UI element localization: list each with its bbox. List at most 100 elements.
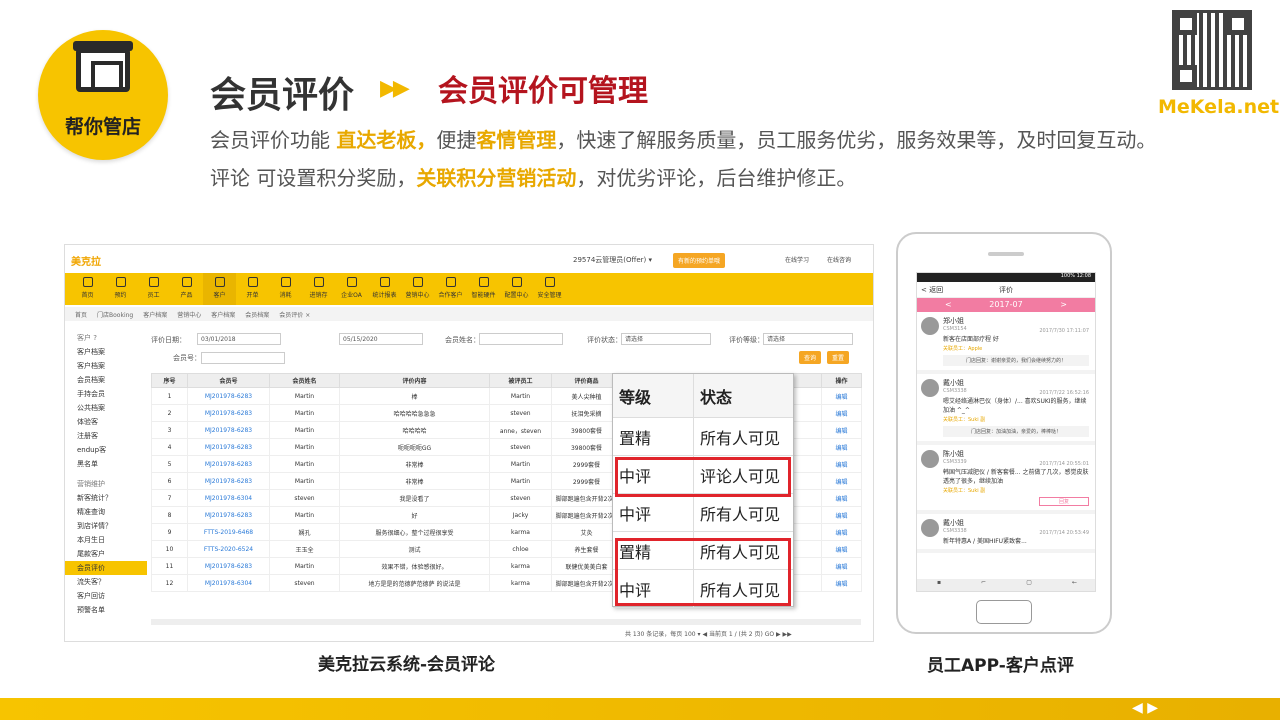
- sidebar-item[interactable]: 公共档案: [65, 401, 147, 415]
- online-consult-link[interactable]: 在线咨询: [827, 255, 851, 264]
- table-header: 操作: [821, 373, 862, 388]
- online-study-link[interactable]: 在线学习: [785, 255, 809, 264]
- breadcrumb-item[interactable]: 客户档案: [211, 310, 235, 319]
- table-cell: 9: [151, 523, 188, 541]
- sidebar-item[interactable]: 流失客？: [65, 575, 147, 589]
- nav-item[interactable]: 客户: [203, 273, 236, 305]
- sidebar-item[interactable]: 到店详情？: [65, 519, 147, 533]
- nav-item[interactable]: 开单: [236, 273, 269, 305]
- sidebar-item[interactable]: 体验客: [65, 415, 147, 429]
- table-cell[interactable]: MJ201978-6283: [187, 387, 270, 405]
- nav-key[interactable]: ⌐: [981, 579, 986, 591]
- nav-key[interactable]: ←: [1072, 579, 1077, 591]
- table-cell: 棒: [339, 387, 490, 405]
- table-cell: 测试: [339, 540, 490, 558]
- table-cell[interactable]: FTTS-2020-6524: [187, 540, 270, 558]
- sidebar-item[interactable]: 尾款客户: [65, 547, 147, 561]
- sidebar-item[interactable]: 客户档案: [65, 345, 147, 359]
- reply-button[interactable]: 回复: [1039, 497, 1089, 506]
- edit-link[interactable]: 编辑: [821, 455, 862, 473]
- date-from-input[interactable]: 03/01/2018: [197, 333, 281, 345]
- back-button[interactable]: < 返回: [921, 282, 943, 298]
- nav-item[interactable]: 进销存: [302, 273, 335, 305]
- sidebar-item[interactable]: 手持会员: [65, 387, 147, 401]
- sidebar-item[interactable]: 客户档案: [65, 359, 147, 373]
- nav-key[interactable]: ▪: [937, 579, 941, 591]
- next-month-button[interactable]: >: [1060, 298, 1067, 312]
- sidebar-item[interactable]: endup客: [65, 443, 147, 457]
- level-select[interactable]: 请选择: [763, 333, 853, 345]
- nav-icon: [478, 277, 489, 287]
- table-cell[interactable]: FTTS-2019-6468: [187, 523, 270, 541]
- new-order-button[interactable]: 有新的预约单哦: [673, 253, 726, 268]
- edit-link[interactable]: 编辑: [821, 472, 862, 490]
- table-cell[interactable]: MJ201978-6283: [187, 404, 270, 422]
- sidebar-item[interactable]: 客户回访: [65, 589, 147, 603]
- nav-icon: [511, 277, 522, 287]
- breadcrumb-item[interactable]: 营销中心: [177, 310, 201, 319]
- table-cell[interactable]: MJ201978-6283: [187, 455, 270, 473]
- nav-item[interactable]: 合作客户: [434, 273, 467, 305]
- table-cell[interactable]: MJ201978-6283: [187, 557, 270, 575]
- description-line-2: 评论 可设置积分奖励，关联积分营销活动，对优劣评论，后台维护修正。: [210, 166, 857, 190]
- nav-icon: [544, 277, 555, 287]
- edit-link[interactable]: 编辑: [821, 421, 862, 439]
- nav-item[interactable]: 营销中心: [401, 273, 434, 305]
- sidebar-item[interactable]: 黑名单: [65, 457, 147, 471]
- edit-link[interactable]: 编辑: [821, 557, 862, 575]
- reset-button[interactable]: 重置: [827, 351, 850, 364]
- edit-link[interactable]: 编辑: [821, 489, 862, 507]
- sidebar-item[interactable]: 预警名单: [65, 603, 147, 617]
- nav-item[interactable]: 智能硬件: [467, 273, 500, 305]
- table-cell: Martin: [269, 455, 340, 473]
- nav-item[interactable]: 消耗: [269, 273, 302, 305]
- sidebar-item[interactable]: 会员档案: [65, 373, 147, 387]
- web-user-menu[interactable]: 29574云管理员(Offer) ▾: [573, 255, 652, 265]
- sidebar-item[interactable]: 新客统计？: [65, 491, 147, 505]
- edit-link[interactable]: 编辑: [821, 574, 862, 592]
- nav-item[interactable]: 安全管理: [533, 273, 566, 305]
- table-cell[interactable]: MJ201978-6283: [187, 438, 270, 456]
- nav-item[interactable]: 统计报表: [368, 273, 401, 305]
- table-cell[interactable]: MJ201978-6283: [187, 421, 270, 439]
- table-cell[interactable]: MJ201978-6283: [187, 472, 270, 490]
- pagination[interactable]: 共 130 条记录，每页 100 ▾ ◀ 当前页 1 / (共 2 页) GO …: [625, 629, 792, 638]
- nav-icon: [280, 277, 291, 287]
- slide-nav-arrows-icon[interactable]: ◀ ▶: [1132, 700, 1158, 716]
- popup-status: 所有人可见: [693, 418, 793, 455]
- query-button[interactable]: 查询: [799, 351, 822, 364]
- edit-link[interactable]: 编辑: [821, 387, 862, 405]
- edit-link[interactable]: 编辑: [821, 404, 862, 422]
- nav-item[interactable]: 首页: [71, 273, 104, 305]
- table-header: 会员号: [187, 373, 270, 388]
- nav-item[interactable]: 配置中心: [500, 273, 533, 305]
- edit-link[interactable]: 编辑: [821, 438, 862, 456]
- member-name-input[interactable]: [479, 333, 563, 345]
- status-select[interactable]: 请选择: [621, 333, 711, 345]
- sidebar-item[interactable]: 本月生日: [65, 533, 147, 547]
- sidebar-item[interactable]: 注册客: [65, 429, 147, 443]
- breadcrumb-item[interactable]: 会员评价 ×: [279, 310, 310, 319]
- edit-link[interactable]: 编辑: [821, 506, 862, 524]
- nav-item[interactable]: 员工: [137, 273, 170, 305]
- nav-item[interactable]: 企业OA: [335, 273, 368, 305]
- member-no-input[interactable]: [201, 352, 285, 364]
- breadcrumb-item[interactable]: 门店Booking: [97, 310, 133, 319]
- nav-item[interactable]: 产品: [170, 273, 203, 305]
- horizontal-scrollbar[interactable]: [151, 619, 861, 625]
- nav-key[interactable]: ▢: [1026, 579, 1032, 591]
- sidebar-item[interactable]: 精准查询: [65, 505, 147, 519]
- table-cell[interactable]: MJ201978-6304: [187, 489, 270, 507]
- edit-link[interactable]: 编辑: [821, 540, 862, 558]
- edit-link[interactable]: 编辑: [821, 523, 862, 541]
- breadcrumb-item[interactable]: 客户档案: [143, 310, 167, 319]
- phone-home-button[interactable]: [976, 600, 1032, 624]
- breadcrumb-item[interactable]: 首页: [75, 310, 87, 319]
- breadcrumb-item[interactable]: 会员档案: [245, 310, 269, 319]
- sidebar-item[interactable]: 会员评价: [65, 561, 147, 575]
- prev-month-button[interactable]: <: [945, 298, 952, 312]
- table-cell[interactable]: MJ201978-6283: [187, 506, 270, 524]
- date-to-input[interactable]: 05/15/2020: [339, 333, 423, 345]
- nav-item[interactable]: 预约: [104, 273, 137, 305]
- table-cell[interactable]: MJ201978-6304: [187, 574, 270, 592]
